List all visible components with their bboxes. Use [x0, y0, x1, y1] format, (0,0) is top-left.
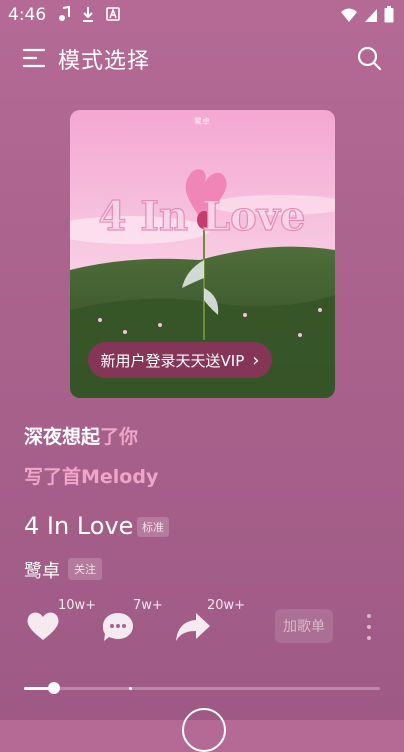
a-icon	[106, 7, 120, 21]
vip-promo-label: 新用户登录天天送VIP	[100, 351, 245, 370]
chevron-right-icon: ›	[252, 349, 260, 371]
lyric-line-next: 写了首Melody	[24, 466, 159, 488]
follow-button[interactable]: 关注	[68, 558, 102, 580]
search-icon[interactable]	[356, 45, 382, 71]
album-art-title: 4 In Love	[99, 193, 306, 240]
more-icon[interactable]	[364, 612, 374, 642]
lyric-highlight: 深夜想起	[24, 426, 101, 448]
heart-icon[interactable]	[26, 610, 60, 642]
music-note-icon	[59, 6, 70, 21]
lyric-rest: 了你	[100, 426, 139, 448]
share-icon[interactable]	[174, 611, 212, 643]
status-time: 4:46	[8, 5, 47, 25]
artist-name[interactable]: 鹭卓	[24, 557, 60, 583]
comment-icon[interactable]	[101, 611, 135, 643]
share-count: 20w+	[207, 598, 246, 613]
lyric-line-current: 深夜想起了你	[24, 422, 138, 449]
wifi-icon	[341, 8, 357, 22]
page-title: 模式选择	[58, 49, 151, 74]
album-cover[interactable]: 4 In Love 鹭卓 新用户登录天天送VIP ›	[70, 110, 335, 398]
progress-thumb[interactable]	[48, 682, 61, 694]
progress-slider[interactable]	[24, 682, 380, 694]
battery-icon	[384, 6, 394, 23]
buffer-marker	[129, 687, 133, 690]
play-icon[interactable]	[182, 708, 226, 752]
signal-icon	[365, 8, 377, 22]
add-to-playlist-button[interactable]: 加歌单	[275, 609, 333, 643]
svg-text:鹭卓: 鹭卓	[194, 116, 210, 126]
menu-icon[interactable]	[22, 47, 46, 69]
comment-count: 7w+	[133, 598, 163, 613]
status-bar: 4:46	[0, 0, 404, 30]
vip-promo-button[interactable]: 新用户登录天天送VIP ›	[88, 342, 272, 378]
like-count: 10w+	[58, 598, 97, 613]
top-bar: 模式选择	[0, 36, 404, 80]
download-icon	[83, 7, 93, 22]
song-title: 4 In Love	[24, 512, 134, 540]
quality-badge[interactable]: 标准	[137, 517, 169, 537]
